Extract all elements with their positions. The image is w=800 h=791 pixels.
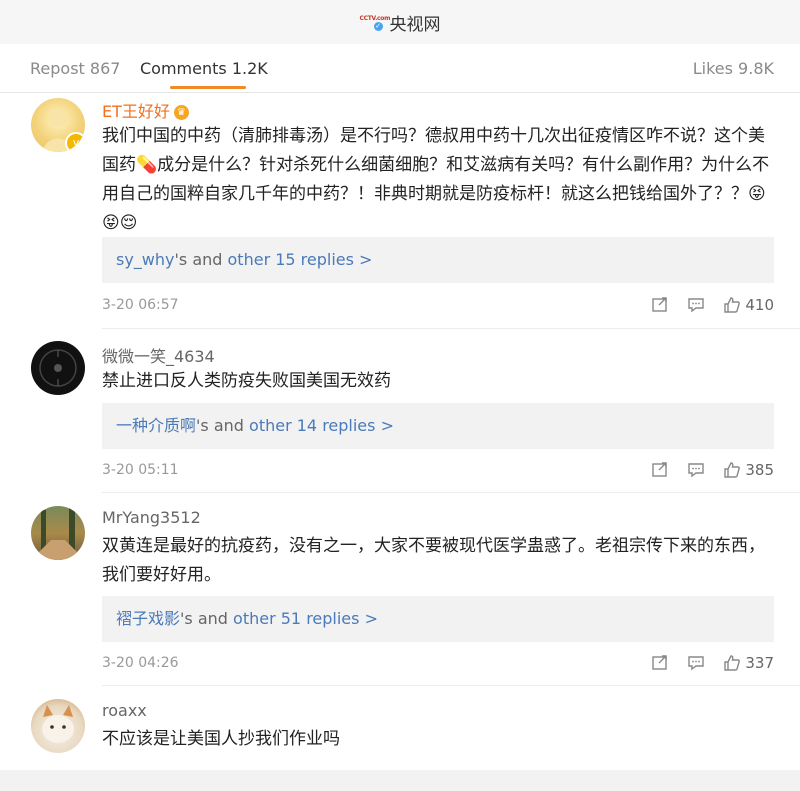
divider [102,328,800,329]
thumbs-up-icon [724,462,741,478]
replies-preview-partial [0,770,800,791]
crown-icon: ♛ [173,105,189,120]
like-button[interactable]: 385 [723,461,774,479]
tab-repost[interactable]: Repost 867 [30,59,120,78]
comment-actions: 410 [651,296,774,314]
repost-icon[interactable] [651,654,669,672]
comment-time: 3-20 06:57 [102,297,179,313]
reply-user-link[interactable]: 褶子戏影 [116,609,180,628]
comment-icon[interactable] [687,654,705,672]
repost-icon[interactable] [651,461,669,479]
replies-preview[interactable]: sy_why's and other 15 replies > [102,237,774,283]
more-replies-link[interactable]: other 14 replies > [249,416,394,435]
avatar[interactable] [31,341,85,395]
reply-user-link[interactable]: 一种介质啊 [116,416,196,435]
comment-actions: 337 [651,654,774,672]
comment-username[interactable]: roaxx [102,701,147,720]
avatar-image [39,349,77,387]
thumbs-up-icon [724,655,741,671]
replies-preview[interactable]: 一种介质啊's and other 14 replies > [102,403,774,449]
reply-mid-text: 's and [180,609,234,628]
avatar-image [42,705,74,743]
like-button[interactable]: 410 [723,296,774,314]
comment-text: 不应该是让美国人抄我们作业吗 [102,729,340,749]
page-title: 央视网 [389,14,441,35]
replies-preview[interactable]: 褶子戏影's and other 51 replies > [102,596,774,642]
avatar[interactable]: v [31,98,85,152]
like-button[interactable]: 337 [723,654,774,672]
repost-icon[interactable] [651,296,669,314]
comment-username[interactable]: 微微一笑_4634 [102,343,215,367]
like-count: 385 [745,461,774,479]
avatar[interactable] [31,699,85,753]
reply-mid-text: 's and [174,250,228,269]
comment-actions: 385 [651,461,774,479]
comment-time: 3-20 05:11 [102,462,179,478]
more-replies-link[interactable]: other 51 replies > [233,609,378,628]
comment-time: 3-20 04:26 [102,655,179,671]
like-count: 337 [745,654,774,672]
verified-badge-icon: v [65,132,85,152]
comment-username[interactable]: ET王好好 ♛ [102,98,189,122]
comment-text: 禁止进口反人类防疫失败国美国无效药 [102,371,391,391]
reply-user-link[interactable]: sy_why [116,250,175,269]
account-logo[interactable]: CCTV.com ✓ 央视网 [360,10,441,35]
comment-text: 我们中国的中药（清肺排毒汤）是不行吗？德叔用中药十几次出征疫情区咋不说？这个美国… [102,126,770,233]
avatar-image [31,506,85,560]
cctv-logo-icon: CCTV.com ✓ [360,13,390,31]
comment-icon[interactable] [687,461,705,479]
divider [102,492,800,493]
logo-text: CCTV.com [359,15,391,22]
reply-mid-text: 's and [196,416,250,435]
avatar[interactable] [31,506,85,560]
username-text: ET王好好 [102,102,170,121]
tab-likes[interactable]: Likes 9.8K [693,59,774,78]
like-count: 410 [745,296,774,314]
comment-icon[interactable] [687,296,705,314]
comment-username[interactable]: MrYang3512 [102,508,201,527]
verified-icon: ✓ [373,22,383,31]
comment-text: 双黄连是最好的抗疫药，没有之一，大家不要被现代医学蛊惑了。老祖宗传下来的东西，我… [102,536,765,585]
tab-bar: Repost 867 Comments 1.2K Likes 9.8K [0,44,800,93]
thumbs-up-icon [724,297,741,313]
active-tab-indicator [170,86,246,89]
divider [102,685,800,686]
tab-comments[interactable]: Comments 1.2K [140,59,268,78]
app-header: CCTV.com ✓ 央视网 [0,0,800,44]
more-replies-link[interactable]: other 15 replies > [228,250,373,269]
